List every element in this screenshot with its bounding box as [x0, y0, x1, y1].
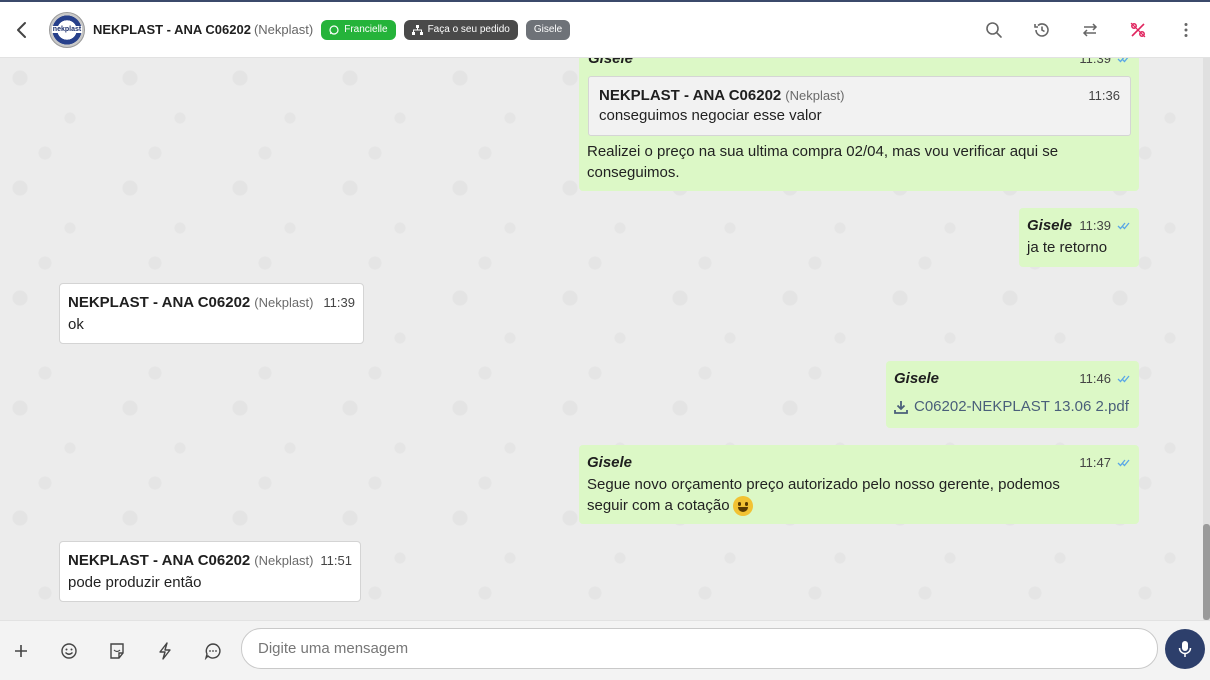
scrollbar-thumb[interactable] [1203, 524, 1210, 620]
tag-francielle[interactable]: Francielle [321, 19, 396, 40]
message-text: ok [68, 316, 84, 333]
no-sales-icon [1130, 22, 1146, 38]
quoted-time: 11:36 [1088, 87, 1120, 103]
message-time: 11:51 [320, 552, 352, 568]
quoted-message[interactable]: NEKPLAST - ANA C06202 (Nekplast) 11:36 co… [588, 76, 1131, 136]
chat-icon [204, 643, 221, 660]
message-time: 11:39 [1079, 215, 1131, 236]
message-time-text: 11:39 [1079, 58, 1111, 66]
message-time-text: 11:39 [1079, 217, 1111, 233]
message-sender: NEKPLAST - ANA C06202 [68, 293, 251, 311]
tag-gisele[interactable]: Gisele [525, 19, 571, 40]
message-company: (Nekplast) [254, 294, 314, 310]
message-sender: Gisele [1027, 216, 1073, 234]
message-time: 11:47 [1079, 452, 1131, 473]
search-button[interactable] [970, 10, 1018, 50]
message-time: 11:46 [1079, 368, 1131, 389]
double-check-icon [1117, 58, 1131, 63]
contact-company: (Nekplast) [253, 22, 314, 37]
quoted-text: conseguimos negociar esse valor [599, 107, 822, 124]
transfer-icon [1082, 23, 1098, 37]
message-text: Realizei o preço na sua ultima compra 02… [587, 143, 1059, 181]
quoted-company: (Nekplast) [785, 87, 845, 103]
sitemap-icon [411, 24, 423, 35]
message-text-line-1: Segue novo orçamento preço autorizado pe… [587, 476, 1060, 493]
message-text-line-2: seguir com a cotação [587, 497, 730, 514]
back-button[interactable] [9, 18, 33, 42]
contact-name[interactable]: NEKPLAST - ANA C06202 [93, 22, 251, 37]
avatar-text: nekplast [51, 26, 83, 33]
message-input[interactable] [241, 628, 1158, 669]
message-incoming[interactable]: NEKPLAST - ANA C06202 (Nekplast) 11:39 ok [59, 283, 364, 344]
more-icon [1184, 23, 1188, 37]
history-button[interactable] [1018, 10, 1066, 50]
attach-button[interactable] [9, 639, 33, 663]
mic-button[interactable] [1165, 629, 1205, 669]
message-outgoing-file[interactable]: Gisele 11:46 C06202-NEKPLAST 13.06 2.pdf [886, 361, 1139, 428]
no-sales-button[interactable] [1114, 10, 1162, 50]
lightning-icon [159, 642, 171, 660]
sticker-icon [110, 643, 124, 659]
double-check-icon [1117, 458, 1131, 467]
double-check-icon [1117, 374, 1131, 383]
message-sender: NEKPLAST - ANA C06202 [68, 551, 251, 569]
message-text: pode produzir então [68, 574, 202, 591]
file-attachment[interactable]: C06202-NEKPLAST 13.06 2.pdf [894, 396, 1131, 417]
message-outgoing[interactable]: Gisele 11:47 Segue novo orçamento preço … [579, 445, 1139, 524]
quick-reply-button[interactable] [153, 639, 177, 663]
message-sender: Gisele [894, 369, 940, 387]
chat-options-button[interactable] [201, 639, 225, 663]
download-icon [894, 400, 908, 414]
message-text-line-2-wrap: seguir com a cotação [587, 495, 1131, 517]
header-actions [970, 2, 1210, 58]
plus-icon [15, 645, 27, 657]
message-company: (Nekplast) [254, 552, 314, 568]
tag-faca-pedido[interactable]: Faça o seu pedido [403, 19, 518, 40]
whatsapp-icon [329, 24, 339, 35]
message-time-text: 11:46 [1079, 370, 1111, 386]
message-text: ja te retorno [1027, 239, 1108, 256]
tag-label: Francielle [344, 24, 388, 35]
message-composer [0, 620, 1210, 680]
double-check-icon [1117, 221, 1131, 230]
mic-icon [1178, 641, 1192, 657]
message-time: 11:39 [323, 294, 355, 310]
message-time: 11:39 [1079, 58, 1131, 69]
file-name[interactable]: C06202-NEKPLAST 13.06 2.pdf [914, 396, 1129, 417]
history-icon [1034, 23, 1049, 37]
transfer-button[interactable] [1066, 10, 1114, 50]
quoted-sender: NEKPLAST - ANA C06202 [599, 86, 782, 104]
more-button[interactable] [1162, 10, 1210, 50]
message-outgoing[interactable]: Gisele 11:39 ja te retorno [1019, 208, 1139, 267]
message-sender: Gisele [587, 453, 633, 471]
chat-header: nekplast NEKPLAST - ANA C06202 (Nekplast… [0, 2, 1210, 58]
tag-label: Faça o seu pedido [427, 24, 510, 35]
message-outgoing[interactable]: Gisele 11:39 NEKPLAST - ANA C06202 (Nekpl… [579, 58, 1139, 191]
search-icon [986, 22, 1002, 38]
avatar[interactable]: nekplast [49, 11, 85, 48]
emoji-button[interactable] [57, 639, 81, 663]
sticker-button[interactable] [105, 639, 129, 663]
tag-label: Gisele [533, 24, 563, 35]
emoji-icon [61, 643, 77, 659]
message-incoming[interactable]: NEKPLAST - ANA C06202 (Nekplast) 11:51 po… [59, 541, 361, 602]
message-sender: Gisele [588, 58, 634, 67]
grinning-face-icon [732, 496, 753, 517]
chat-scrollbar[interactable] [1203, 58, 1210, 620]
chat-area[interactable]: Gisele 11:39 NEKPLAST - ANA C06202 (Nekpl… [0, 58, 1210, 620]
message-time-text: 11:47 [1079, 454, 1111, 470]
